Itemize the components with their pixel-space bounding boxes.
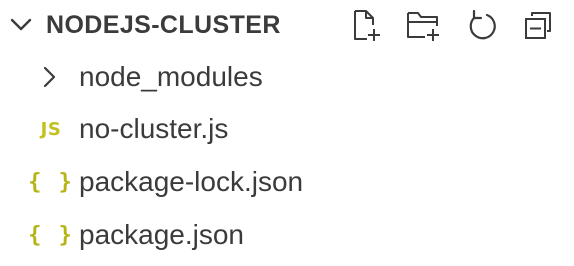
json-file-icon: { } [28, 169, 74, 195]
tree-item-label: package.json [79, 219, 245, 250]
tree-item-node-modules[interactable]: node_modules [0, 52, 574, 104]
tree-item-label: node_modules [79, 61, 263, 92]
explorer-actions [346, 5, 566, 47]
collapse-all-icon[interactable] [518, 5, 558, 47]
new-folder-icon[interactable] [404, 5, 444, 47]
tree-item-no-cluster-js[interactable]: JS no-cluster.js [0, 104, 574, 156]
refresh-icon[interactable] [462, 5, 502, 47]
tree-item-package-json[interactable]: { } package.json [0, 210, 574, 262]
folder-title: NODEJS-CLUSTER [46, 11, 281, 39]
chevron-right-icon[interactable] [38, 64, 60, 90]
tree-item-package-lock-json[interactable]: { } package-lock.json [0, 157, 574, 209]
js-file-icon: JS [40, 118, 62, 140]
folder-header[interactable]: NODEJS-CLUSTER [0, 0, 574, 50]
json-file-icon: { } [28, 222, 74, 248]
tree-item-label: package-lock.json [79, 166, 304, 197]
file-explorer: NODEJS-CLUSTER node_modules JS no-cluste… [0, 0, 574, 266]
tree-item-label: no-cluster.js [79, 113, 229, 144]
new-file-icon[interactable] [346, 5, 386, 47]
chevron-down-icon[interactable] [8, 12, 34, 38]
